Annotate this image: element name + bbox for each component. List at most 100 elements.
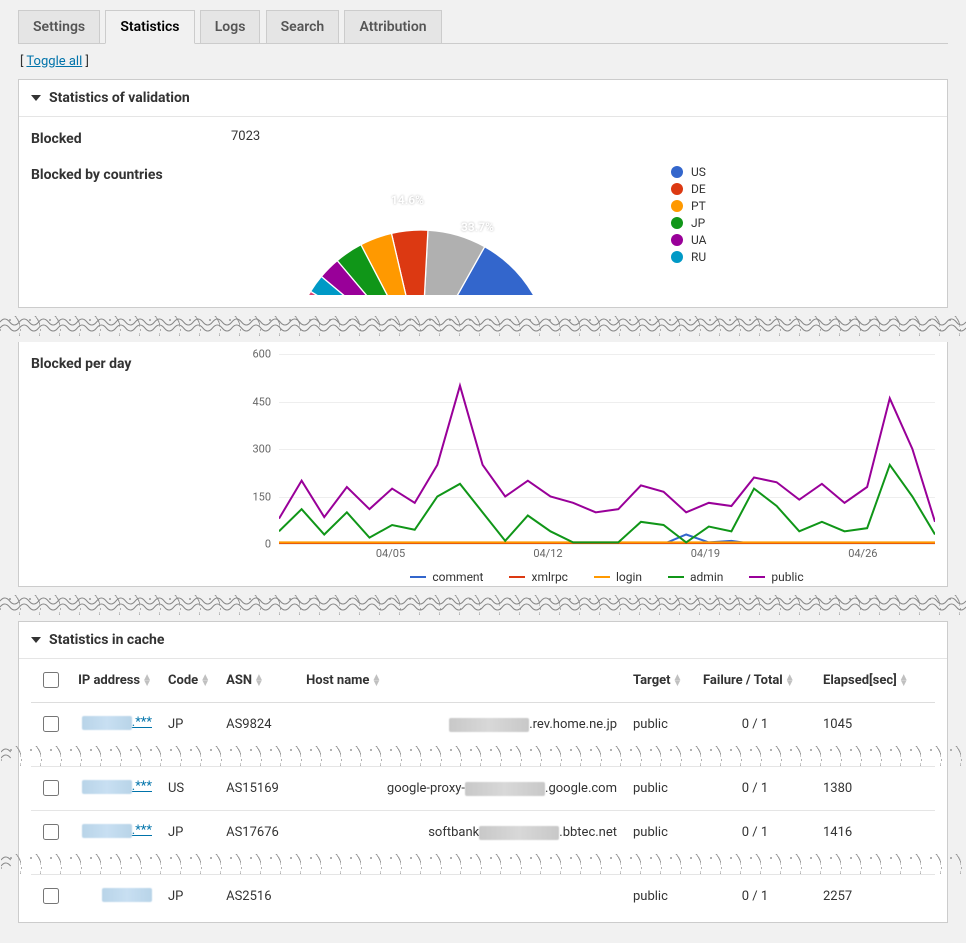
legend-swatch-icon — [671, 217, 683, 229]
legend-dash-icon — [594, 576, 610, 578]
cell-code: US — [160, 767, 218, 811]
redacted-ip — [82, 716, 132, 730]
legend-item: comment — [410, 570, 483, 584]
panel-validation-cont: Blocked per day 0150300450600 04/0504/12… — [18, 342, 948, 587]
legend-dash-icon — [749, 576, 765, 578]
line-chart-legend: comment xmlrpc login admin public — [279, 570, 935, 584]
tab-statistics[interactable]: Statistics — [105, 10, 194, 44]
legend-swatch-icon — [671, 183, 683, 195]
legend-label: RU — [691, 250, 706, 264]
cell-failure-total: 0 / 1 — [695, 703, 815, 747]
cell-asn: AS15169 — [218, 767, 298, 811]
col-host[interactable]: Host name▲▼ — [298, 659, 625, 703]
wavy-separator-icon — [0, 316, 966, 336]
row-checkbox[interactable] — [43, 716, 59, 732]
blocked-value: 7023 — [231, 129, 935, 144]
x-tick: 04/26 — [848, 547, 877, 560]
legend-label: admin — [690, 570, 723, 584]
cell-asn: AS2516 — [218, 875, 298, 919]
countries-legend: USDEPTJPUARU — [671, 165, 706, 267]
blocked-per-day-label: Blocked per day — [31, 354, 231, 372]
wavy-separator-icon — [1, 746, 965, 766]
tab-search[interactable]: Search — [266, 10, 340, 43]
cell-elapsed: 1045 — [815, 703, 935, 747]
legend-label: JP — [691, 216, 705, 230]
ip-suffix: .*** — [132, 823, 152, 838]
panel-validation-header[interactable]: Statistics of validation — [19, 80, 947, 117]
redacted-host — [479, 826, 559, 840]
col-asn[interactable]: ASN▲▼ — [218, 659, 298, 703]
ip-link[interactable]: .*** — [82, 823, 152, 838]
ip-suffix: .*** — [132, 779, 152, 794]
legend-item: PT — [671, 199, 706, 213]
cell-elapsed: 2257 — [815, 875, 935, 919]
select-all-checkbox[interactable] — [43, 672, 59, 688]
cell-code: JP — [160, 703, 218, 747]
redacted-ip — [82, 780, 132, 794]
cell-failure-total: 0 / 1 — [695, 767, 815, 811]
y-tick: 0 — [231, 538, 271, 551]
toggle-all-link[interactable]: Toggle all — [26, 54, 82, 69]
gridline — [279, 544, 935, 545]
legend-item: xmlrpc — [509, 570, 567, 584]
legend-label: login — [616, 570, 642, 584]
sort-icon: ▲▼ — [200, 675, 210, 687]
host-suffix: .google.com — [545, 781, 617, 796]
x-tick: 04/19 — [691, 547, 720, 560]
legend-label: comment — [432, 570, 483, 584]
tab-attribution[interactable]: Attribution — [344, 10, 441, 43]
cache-table: IP address▲▼ Code▲▼ ASN▲▼ Host name▲▼ Ta… — [31, 659, 935, 918]
line-chart: 0150300450600 04/0504/1204/1904/26 comme… — [231, 354, 935, 574]
row-checkbox[interactable] — [43, 824, 59, 840]
pie-chart: 33.7% 14.6% — [291, 165, 551, 295]
x-tick: 04/05 — [376, 547, 405, 560]
cell-target: public — [625, 875, 695, 919]
toggle-all-wrap: [ Toggle all ] — [20, 54, 948, 69]
col-elapsed[interactable]: Elapsed[sec]▲▼ — [815, 659, 935, 703]
col-ip[interactable]: IP address▲▼ — [70, 659, 160, 703]
legend-swatch-icon — [671, 234, 683, 246]
sort-icon: ▲▼ — [785, 675, 795, 687]
sort-icon: ▲▼ — [899, 675, 909, 687]
cell-target: public — [625, 767, 695, 811]
cell-target: public — [625, 703, 695, 747]
table-row: .***JPAS9824.rev.home.ne.jppublic0 / 110… — [31, 703, 935, 747]
ip-link[interactable]: .*** — [82, 715, 152, 730]
y-tick: 450 — [231, 395, 271, 408]
host-prefix: google-proxy- — [387, 781, 465, 796]
col-failure-total[interactable]: Failure / Total▲▼ — [695, 659, 815, 703]
tab-settings[interactable]: Settings — [18, 10, 100, 43]
panel-cache-header[interactable]: Statistics in cache — [19, 622, 947, 659]
y-tick: 150 — [231, 490, 271, 503]
cell-elapsed: 1380 — [815, 767, 935, 811]
legend-item: public — [749, 570, 803, 584]
sort-icon: ▲▼ — [142, 675, 152, 687]
row-checkbox[interactable] — [43, 780, 59, 796]
host-prefix: softbank — [428, 825, 479, 840]
caret-down-icon — [31, 637, 41, 643]
cell-failure-total: 0 / 1 — [695, 875, 815, 919]
col-code[interactable]: Code▲▼ — [160, 659, 218, 703]
row-checkbox[interactable] — [43, 888, 59, 904]
cell-code: JP — [160, 875, 218, 919]
ip-link[interactable] — [102, 888, 152, 902]
legend-item: US — [671, 165, 706, 179]
legend-label: PT — [691, 199, 706, 213]
panel-validation-title: Statistics of validation — [49, 90, 190, 106]
col-target[interactable]: Target▲▼ — [625, 659, 695, 703]
ip-link[interactable]: .*** — [82, 779, 152, 794]
legend-item: login — [594, 570, 642, 584]
tabs-bar: Settings Statistics Logs Search Attribut… — [18, 10, 948, 44]
legend-label: public — [771, 570, 803, 584]
caret-down-icon — [31, 95, 41, 101]
cell-code: JP — [160, 811, 218, 855]
host-suffix: .rev.home.ne.jp — [529, 717, 617, 732]
legend-item: DE — [671, 182, 706, 196]
cell-failure-total: 0 / 1 — [695, 811, 815, 855]
redacted-ip — [82, 824, 132, 838]
pie-label-other: 14.6% — [391, 193, 424, 207]
legend-swatch-icon — [671, 200, 683, 212]
tab-logs[interactable]: Logs — [200, 10, 261, 43]
legend-label: DE — [691, 182, 706, 196]
legend-item: JP — [671, 216, 706, 230]
